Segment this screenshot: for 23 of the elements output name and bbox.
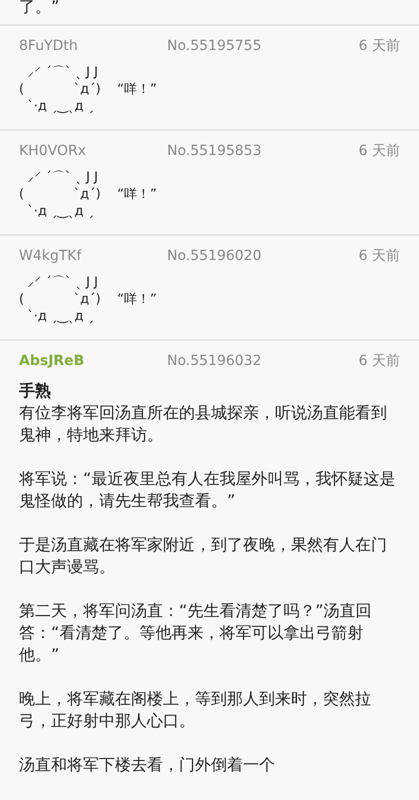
kaomoji-text: ⸝⸍ ˊ⌒ˋ ˎ J J ( `д´) “咩！” ˋ·д ˏ‿ˎд ˏ	[19, 274, 158, 325]
user-id: W4kgTKf	[19, 248, 83, 264]
post-time: 6 天前	[358, 352, 400, 370]
post-text: 将军说：“最近夜里总有人在我屋外叫骂，我怀疑这是鬼怪做的，请先生帮我查看。”	[19, 468, 396, 512]
post-text: 晚上，将军藏在阁楼上，等到那人到来时，突然拉弓，正好射中那人心口。	[19, 688, 372, 732]
kaomoji-text: ⸝⸍ ˊ⌒ˋ ˎ J J ( `д´) “咩！” ˋ·д ˏ‿ˎд ˏ	[19, 64, 158, 115]
post-text: 于是汤直藏在将军家附近，到了夜晚，果然有人在门口大声谩骂。	[19, 534, 388, 578]
post-time: 6 天前	[358, 247, 400, 265]
user-id: KH0VORx	[19, 143, 87, 159]
post-number: No.55195755	[167, 38, 262, 54]
post-text: 第二天，将军问汤直：“先生看清楚了吗？”汤直回答：“看清楚了。等他再来，将军可以拿出弓箭射他。”	[19, 600, 373, 666]
user-id: AbsJReB	[19, 353, 86, 369]
post-time: 6 天前	[358, 37, 400, 55]
post-number: No.55196020	[167, 248, 262, 264]
post-time: 6 天前	[358, 142, 400, 160]
user-id: 8FuYDth	[19, 38, 79, 54]
post-text: 汤直和将军下楼去看，门外倒着一个	[19, 754, 276, 776]
post-title: 手熟	[19, 381, 52, 402]
kaomoji-text: ⸝⸍ ˊ⌒ˋ ˎ J J ( `д´) “咩！” ˋ·д ˏ‿ˎд ˏ	[19, 169, 158, 220]
post-number: No.55196032	[167, 353, 262, 369]
post-text: 有位李将军回汤直所在的县城探亲，听说汤直能看到鬼神，特地来拜访。	[19, 402, 388, 446]
post-number: No.55195853	[167, 143, 262, 159]
post-text: 了。”	[19, 0, 60, 18]
